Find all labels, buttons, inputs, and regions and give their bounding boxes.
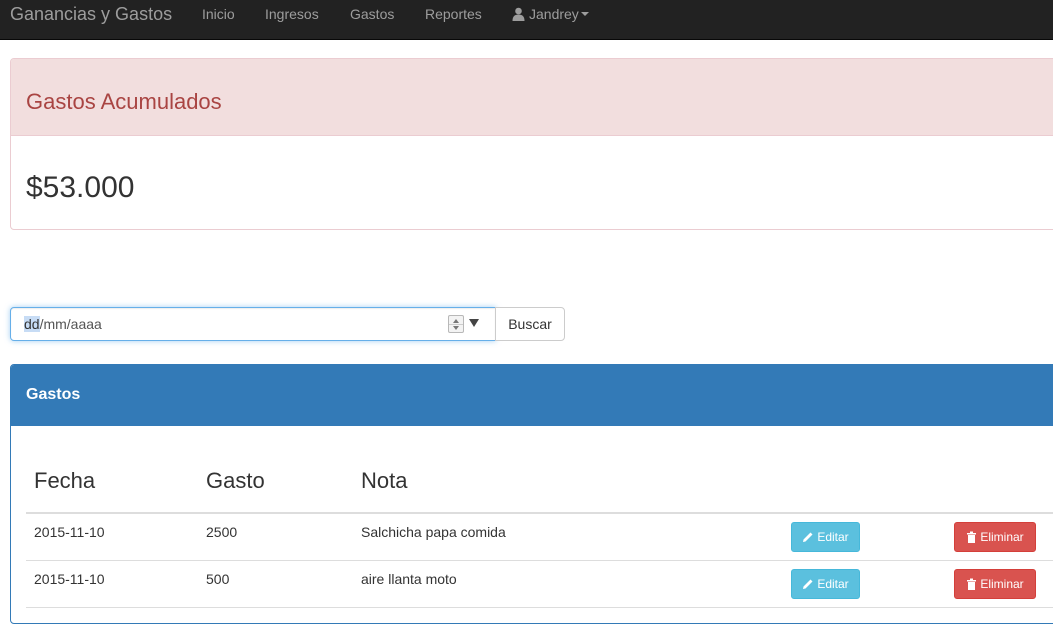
edit-button[interactable]: Editar — [791, 569, 860, 599]
panel-title: Gastos — [26, 386, 81, 403]
edit-label: Editar — [817, 577, 849, 591]
date-day-segment[interactable]: dd — [24, 316, 40, 332]
accumulated-amount: $53.000 — [26, 171, 135, 204]
nav-link-gastos[interactable]: Gastos — [350, 6, 394, 22]
column-header-gasto: Gasto — [206, 468, 265, 493]
column-header-nota: Nota — [361, 468, 408, 493]
cell-nota: Salchicha papa comida — [361, 524, 506, 540]
nav-link-reportes[interactable]: Reportes — [425, 6, 482, 22]
top-navbar: Ganancias y Gastos Inicio Ingresos Gasto… — [0, 0, 1053, 40]
caret-down-icon — [580, 12, 589, 16]
panel-heading: Gastos — [11, 365, 1053, 426]
date-rest-segment[interactable]: /mm/aaaa — [40, 316, 102, 332]
user-name: Jandrey — [529, 6, 579, 22]
cell-gasto: 500 — [206, 571, 230, 587]
pencil-icon — [803, 579, 813, 589]
nav-link-ingresos[interactable]: Ingresos — [265, 6, 319, 22]
delete-label: Eliminar — [980, 530, 1024, 544]
trash-icon — [967, 578, 977, 590]
nav-link-inicio[interactable]: Inicio — [202, 6, 235, 22]
column-header-fecha: Fecha — [34, 468, 96, 493]
delete-label: Eliminar — [980, 577, 1024, 591]
search-button[interactable]: Buscar — [495, 307, 565, 341]
cell-gasto: 2500 — [206, 524, 238, 540]
user-menu[interactable]: Jandrey — [512, 6, 589, 24]
user-icon — [512, 7, 525, 24]
cell-fecha: 2015-11-10 — [34, 571, 105, 587]
spin-down-icon[interactable] — [453, 326, 459, 330]
delete-button[interactable]: Eliminar — [954, 569, 1036, 599]
edit-button[interactable]: Editar — [791, 522, 860, 552]
delete-button[interactable]: Eliminar — [954, 522, 1036, 552]
pencil-icon — [803, 532, 813, 542]
accumulated-expenses-panel: Gastos Acumulados — [10, 58, 1053, 230]
navbar-brand[interactable]: Ganancias y Gastos — [10, 4, 172, 24]
trash-icon — [967, 531, 977, 543]
edit-label: Editar — [817, 530, 849, 544]
spin-up-icon[interactable] — [453, 319, 459, 323]
panel-heading: Gastos Acumulados — [11, 59, 1053, 136]
cell-fecha: 2015-11-10 — [34, 524, 105, 540]
expenses-panel: Gastos — [10, 364, 1053, 624]
row-divider — [26, 560, 1053, 561]
calendar-dropdown-icon[interactable] — [469, 319, 479, 327]
table-header-divider — [26, 512, 1053, 514]
date-placeholder: dd/mm/aaaa — [24, 316, 102, 332]
cell-nota: aire llanta moto — [361, 571, 457, 587]
date-spinner[interactable] — [448, 315, 464, 333]
date-input[interactable]: dd/mm/aaaa — [10, 307, 496, 341]
row-divider — [26, 607, 1053, 608]
spinner-divider — [449, 324, 463, 325]
panel-title: Gastos Acumulados — [26, 89, 222, 114]
